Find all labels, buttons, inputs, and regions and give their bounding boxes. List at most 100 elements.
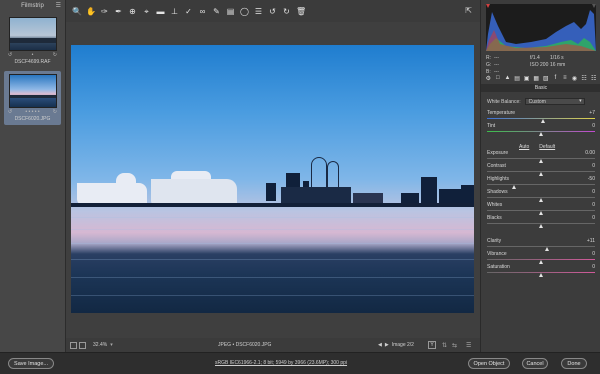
image-counter: Image 2/2 <box>391 342 414 348</box>
aperture: f/1.4 <box>530 54 540 61</box>
rotate-left-icon[interactable]: ↺ <box>8 109 12 115</box>
calibration-tab-icon[interactable]: ≡ <box>562 75 569 81</box>
rotate-right-icon[interactable]: ↻ <box>282 7 291 16</box>
tint-handle[interactable] <box>539 132 543 136</box>
rotate-left-icon[interactable]: ↺ <box>268 7 277 16</box>
zoom-tool-icon[interactable]: 🔍 <box>72 7 82 16</box>
highlights-value[interactable]: -50 <box>588 176 595 182</box>
hand-tool-icon[interactable]: ✋ <box>86 7 96 16</box>
transform-tool-icon[interactable]: ⊥ <box>170 7 179 16</box>
clarity-slider[interactable]: Clarity +11 <box>487 238 595 252</box>
clarity-value[interactable]: +11 <box>587 238 595 244</box>
file-info: JPEG • DSCF6020.JPG <box>218 342 272 348</box>
exposure-value[interactable]: 0.00 <box>585 150 595 156</box>
contrast-slider[interactable]: Contrast 0 <box>487 163 595 177</box>
whites-slider[interactable]: Whites 0 <box>487 202 595 216</box>
snapshots-tab-icon[interactable]: ☷ <box>590 75 597 82</box>
blacks-label: Blacks <box>487 215 502 221</box>
fit-view-icon[interactable] <box>70 341 77 349</box>
open-object-button[interactable]: Open Object <box>468 358 510 369</box>
canvas-status-bar: 32.4% ▾ JPEG • DSCF6020.JPG ◀ ▶ Image 2/… <box>66 338 480 352</box>
tint-slider[interactable]: Tint 0 <box>487 123 595 137</box>
basic-tab-icon[interactable]: ⚙ <box>485 75 492 82</box>
highlights-track[interactable] <box>487 184 595 185</box>
filmstrip-menu-icon[interactable]: ☰ <box>56 2 61 9</box>
filmstrip-item-selected[interactable]: ↺ • • • • • ↻ DSCF6020.JPG <box>4 71 61 125</box>
blacks-slider[interactable]: Blacks 0 <box>487 215 595 229</box>
straighten-tool-icon[interactable]: ▬ <box>156 7 165 16</box>
saturation-value[interactable]: 0 <box>592 264 595 270</box>
preferences-icon[interactable]: ☰ <box>254 7 263 16</box>
done-button[interactable]: Done <box>561 358 587 369</box>
temperature-value[interactable]: +7 <box>589 110 595 116</box>
exposure-slider[interactable]: Exposure 0.00 <box>487 150 595 164</box>
next-image-icon[interactable]: ▶ <box>385 342 389 348</box>
image-canvas[interactable] <box>66 22 480 338</box>
whites-value[interactable]: 0 <box>592 202 595 208</box>
spot-removal-tool-icon[interactable]: ✓ <box>184 7 193 16</box>
blacks-handle[interactable] <box>539 224 543 228</box>
rotate-left-icon[interactable]: ↺ <box>8 52 12 58</box>
tone-curve-tab-icon[interactable]: □ <box>495 75 502 81</box>
temperature-slider[interactable]: Temperature +7 <box>487 110 595 124</box>
focal-length: 16 mm <box>550 61 566 68</box>
saturation-handle[interactable] <box>539 273 543 277</box>
white-balance-tool-icon[interactable]: ✑ <box>100 7 109 16</box>
zoom-level[interactable]: 32.4% <box>93 342 107 348</box>
saturation-label: Saturation <box>487 264 510 270</box>
rotate-right-icon[interactable]: ↻ <box>53 109 57 115</box>
exposure-label: Exposure <box>487 150 509 156</box>
detail-tab-icon[interactable]: ▲ <box>504 75 511 81</box>
highlights-slider[interactable]: Highlights -50 <box>487 176 595 190</box>
crop-tool-icon[interactable]: ⌖ <box>142 7 151 16</box>
color-sampler-tool-icon[interactable]: ✒ <box>114 7 123 16</box>
previous-image-icon[interactable]: ◀ <box>378 342 382 348</box>
shadows-value[interactable]: 0 <box>592 189 595 195</box>
presets-tab-icon[interactable]: ☷ <box>581 75 588 82</box>
section-title: Basic <box>481 84 600 92</box>
contrast-value[interactable]: 0 <box>592 163 595 169</box>
filmstrip-panel: Filmstrip ☰ ↺ • ↻ DSCF4699.RAF ↺ • • • •… <box>0 0 66 352</box>
histogram <box>486 4 596 51</box>
camera-tab-icon[interactable]: ◉ <box>571 75 578 82</box>
radial-filter-icon[interactable]: ◯ <box>240 7 249 16</box>
workflow-options-link[interactable]: sRGB IEC61966-2.1; 8 bit; 5949 by 3966 (… <box>215 360 347 366</box>
copy-settings-icon[interactable]: ⇆ <box>452 342 457 349</box>
fullscreen-icon[interactable]: ⇱ <box>465 6 472 15</box>
zoom-dropdown-icon[interactable]: ▾ <box>110 342 113 348</box>
rotate-right-icon[interactable]: ↻ <box>53 52 57 58</box>
vibrance-value[interactable]: 0 <box>592 251 595 257</box>
filmstrip-item[interactable]: ↺ • ↻ DSCF4699.RAF <box>4 14 61 68</box>
save-image-button[interactable]: Save Image... <box>8 358 54 369</box>
panel-tab-bar: ⚙ □ ▲ ▤ ▣ ▦ ▧ f ≡ ◉ ☷ ☷ <box>485 74 597 82</box>
white-balance-row: White Balance: Custom <box>487 98 595 105</box>
white-balance-label: White Balance: <box>487 98 521 105</box>
rating-dots[interactable]: • <box>32 52 34 58</box>
tint-value[interactable]: 0 <box>592 123 595 129</box>
contrast-label: Contrast <box>487 163 506 169</box>
split-toning-tab-icon[interactable]: ▣ <box>523 75 530 82</box>
cancel-button[interactable]: Cancel <box>522 358 548 369</box>
blacks-value[interactable]: 0 <box>592 215 595 221</box>
zoom-in-icon[interactable] <box>79 341 86 349</box>
shadows-slider[interactable]: Shadows 0 <box>487 189 595 203</box>
rating-dots[interactable]: • • • • • <box>25 109 39 115</box>
vibrance-slider[interactable]: Vibrance 0 <box>487 251 595 265</box>
clarity-track[interactable] <box>487 246 595 247</box>
adjustment-brush-icon[interactable]: ✎ <box>212 7 221 16</box>
hsl-tab-icon[interactable]: ▤ <box>514 75 521 82</box>
settings-list-icon[interactable]: ☰ <box>466 342 471 349</box>
red-eye-tool-icon[interactable]: ∞ <box>198 7 207 16</box>
lens-tab-icon[interactable]: ▦ <box>533 75 540 82</box>
white-balance-dropdown[interactable]: Custom <box>524 98 585 105</box>
graduated-filter-icon[interactable]: ▤ <box>226 7 235 16</box>
swap-settings-icon[interactable]: ⇅ <box>442 342 447 349</box>
targeted-adjustment-tool-icon[interactable]: ⊕ <box>128 7 137 16</box>
effects-tab-icon[interactable]: f <box>552 75 559 81</box>
before-after-toggle[interactable]: Y <box>428 341 436 349</box>
trash-icon[interactable]: 🗑 <box>296 7 306 16</box>
tool-bar: 🔍 ✋ ✑ ✒ ⊕ ⌖ ▬ ⊥ ✓ ∞ ✎ ▤ ◯ ☰ ↺ ↻ 🗑 ⇱ <box>66 0 480 22</box>
transform-tab-icon[interactable]: ▧ <box>542 75 549 82</box>
saturation-slider[interactable]: Saturation 0 <box>487 264 595 278</box>
filmstrip-title: Filmstrip <box>21 2 44 9</box>
